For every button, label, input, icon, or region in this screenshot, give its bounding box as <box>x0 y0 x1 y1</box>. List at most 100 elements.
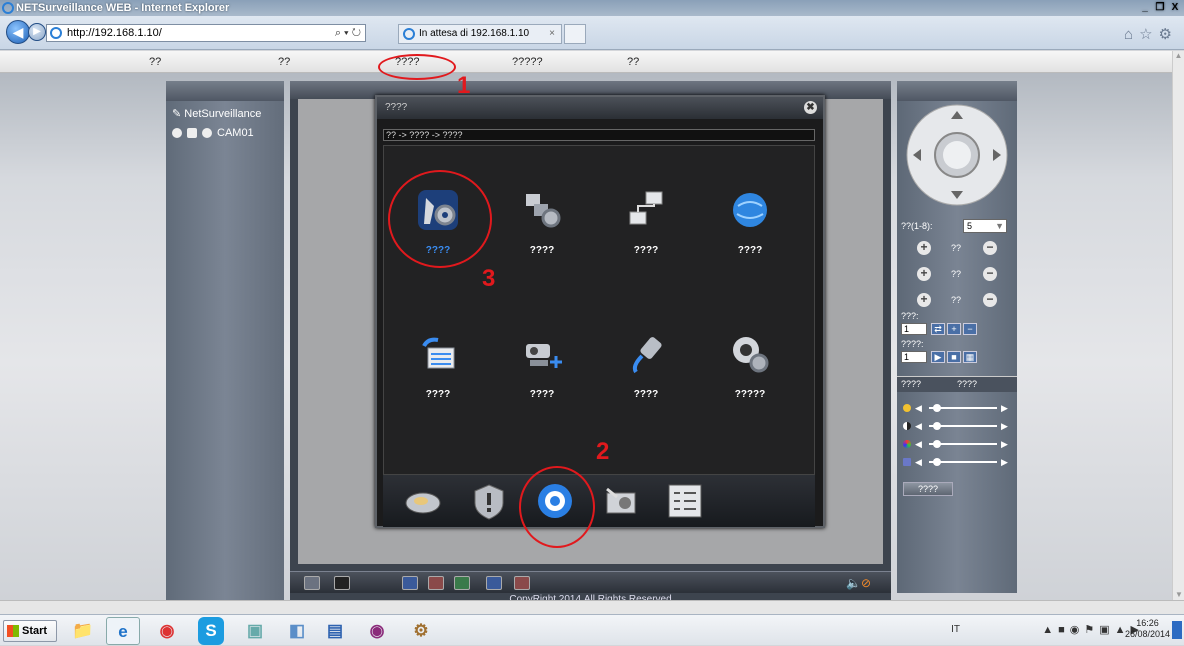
snapshot-icon[interactable] <box>454 576 470 590</box>
record-tab-icon[interactable] <box>403 481 443 521</box>
config-item-encode[interactable]: ???? <box>502 188 582 256</box>
explorer-icon[interactable]: 📁 <box>66 617 100 645</box>
ptz-config-icon <box>526 344 562 368</box>
talk-icon[interactable] <box>486 576 502 590</box>
annotation-number-1: 1 <box>457 72 471 99</box>
page-scrollbar[interactable]: ▲ ▼ <box>1172 51 1184 601</box>
paint-icon[interactable]: ◧ <box>280 617 314 645</box>
contrast-slider[interactable]: ◀ ▶ <box>903 421 1009 431</box>
preset-add-button[interactable]: + <box>947 323 961 335</box>
advanced-tab-icon[interactable] <box>601 481 641 521</box>
focus-plus-button[interactable]: + <box>917 267 931 281</box>
default-button[interactable]: ???? <box>903 482 953 496</box>
mute-icon[interactable]: 🔈⊘ <box>846 576 871 590</box>
back-button[interactable]: ◀ <box>6 20 30 44</box>
tab-image[interactable]: ???? <box>901 379 921 389</box>
dialog-close-icon[interactable]: ✖ <box>804 101 817 114</box>
fullscreen-icon[interactable] <box>304 576 320 590</box>
taskbar: Start 📁 e ◉ S ▣ ◧ ▤ ◉ ⚙ IT ▲■◉⚑▣▲▶ 16:26… <box>0 614 1184 645</box>
play-icon[interactable] <box>202 128 212 138</box>
slider-knob[interactable] <box>933 422 941 430</box>
clock[interactable]: 16:26 26/08/2014 <box>1125 618 1170 640</box>
chevron-right-icon[interactable]: ▶ <box>1001 439 1008 450</box>
slider-knob[interactable] <box>933 404 941 412</box>
brightness-slider[interactable]: ◀ ▶ <box>903 403 1009 413</box>
config-item-netservice[interactable]: ???? <box>710 188 790 256</box>
preset-input[interactable]: 1 <box>901 323 927 335</box>
chevron-left-icon[interactable]: ◀ <box>915 403 922 414</box>
config-item-label: ???? <box>737 245 763 256</box>
zoom-minus-button[interactable]: − <box>983 241 997 255</box>
show-desktop-button[interactable] <box>1172 621 1182 639</box>
chevron-left-icon[interactable]: ◀ <box>915 421 922 432</box>
preset-remove-button[interactable]: − <box>963 323 977 335</box>
single-view-icon[interactable] <box>334 576 350 590</box>
cruise-grid-button[interactable]: ▦ <box>963 351 977 363</box>
writer-icon[interactable]: ▤ <box>318 617 352 645</box>
talk-stop-icon[interactable] <box>514 576 530 590</box>
iris-minus-button[interactable]: − <box>983 293 997 307</box>
chevron-right-icon[interactable]: ▶ <box>1001 421 1008 432</box>
chrome-icon[interactable]: ◉ <box>150 617 184 645</box>
config-item-display[interactable]: ???? <box>398 332 478 400</box>
slider-knob[interactable] <box>933 458 941 466</box>
stream-icon[interactable] <box>187 128 197 138</box>
maximize-button[interactable]: ❒ <box>1153 1 1167 14</box>
camera-row[interactable]: CAM01 <box>172 127 254 139</box>
chevron-right-icon[interactable]: ▶ <box>1001 457 1008 468</box>
notes-icon[interactable]: ▣ <box>238 617 272 645</box>
zoom-plus-button[interactable]: + <box>917 241 931 255</box>
image-tabs: ???? ???? <box>897 376 1017 392</box>
alarm-tab-icon[interactable] <box>469 481 509 521</box>
zoom-label: ?? <box>951 243 962 253</box>
config-item-network[interactable]: ???? <box>606 188 686 256</box>
browser-toolbar-icons[interactable]: ⌂☆⚙ <box>1124 25 1178 43</box>
hue-slider[interactable]: ◀ ▶ <box>903 457 1009 467</box>
palette-icon[interactable]: ⚙ <box>404 617 438 645</box>
menu-item-4[interactable]: ????? <box>512 56 543 68</box>
hue-icon <box>903 458 911 466</box>
app-menu-bar: ?? ?? ???? ????? ?? <box>0 51 1172 73</box>
tab-close-icon[interactable]: × <box>549 25 555 43</box>
iris-plus-button[interactable]: + <box>917 293 931 307</box>
chevron-right-icon[interactable]: ▶ <box>1001 403 1008 414</box>
cruise-input[interactable]: 1 <box>901 351 927 363</box>
cruise-play-button[interactable]: ▶ <box>931 351 945 363</box>
info-tab-icon[interactable] <box>665 481 705 521</box>
chevron-left-icon[interactable]: ◀ <box>915 457 922 468</box>
tab-other[interactable]: ???? <box>957 379 977 389</box>
camera-app-icon[interactable]: ◉ <box>360 617 394 645</box>
config-item-ptz[interactable]: ???? <box>502 332 582 400</box>
menu-item-2[interactable]: ?? <box>278 56 290 68</box>
browser-tab[interactable]: In attesa di 192.168.1.10 × <box>398 24 562 44</box>
ptz-direction-pad[interactable] <box>905 103 1009 207</box>
internet-explorer-icon[interactable]: e <box>106 617 140 645</box>
address-bar[interactable]: http://192.168.1.10/ ⌕ ▾ ↻ <box>46 24 366 42</box>
contrast-icon <box>903 422 911 430</box>
language-indicator[interactable]: IT <box>951 624 960 635</box>
record-start-icon[interactable] <box>402 576 418 590</box>
new-tab-button[interactable] <box>564 24 586 44</box>
chevron-left-icon[interactable]: ◀ <box>915 439 922 450</box>
start-button[interactable]: Start <box>3 620 57 642</box>
record-icon[interactable] <box>172 128 182 138</box>
preset-goto-button[interactable]: ⇄ <box>931 323 945 335</box>
gui-display-icon <box>422 337 455 369</box>
menu-item-1[interactable]: ?? <box>149 56 161 68</box>
speed-select[interactable]: 5 ▼ <box>963 219 1007 233</box>
device-tree-root[interactable]: ✎ NetSurveillance <box>172 107 261 120</box>
config-item-rs232[interactable]: ???? <box>606 332 686 400</box>
skype-icon[interactable]: S <box>198 617 224 645</box>
minimize-button[interactable]: _ <box>1138 1 1152 14</box>
saturation-slider[interactable]: ◀ ▶ <box>903 439 1009 449</box>
cruise-stop-button[interactable]: ■ <box>947 351 961 363</box>
menu-item-5[interactable]: ?? <box>627 56 639 68</box>
dialog-breadcrumb: ?? -> ???? -> ???? <box>383 129 815 141</box>
slider-knob[interactable] <box>933 440 941 448</box>
address-tools[interactable]: ⌕ ▾ ↻ <box>335 25 361 41</box>
close-window-button[interactable]: X <box>1168 1 1182 14</box>
forward-button[interactable]: ▶ <box>28 23 46 41</box>
focus-minus-button[interactable]: − <box>983 267 997 281</box>
config-item-camparam[interactable]: ????? <box>710 332 790 400</box>
record-stop-icon[interactable] <box>428 576 444 590</box>
